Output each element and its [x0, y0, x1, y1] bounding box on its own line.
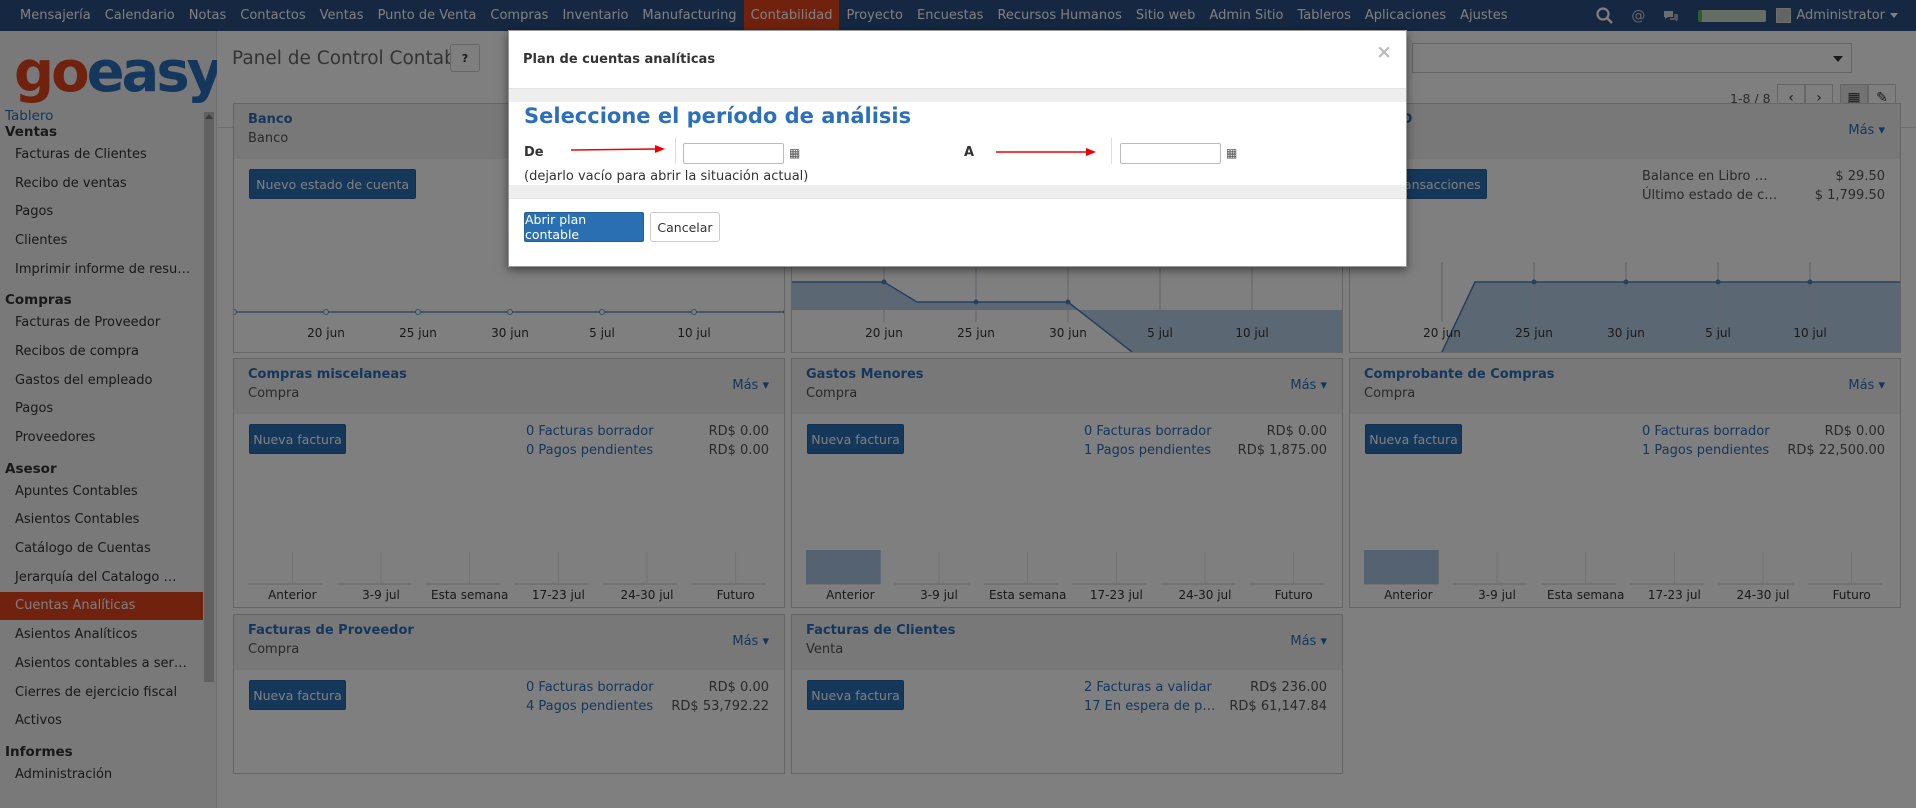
period-hint: (dejarlo vacío para abrir la situación a… — [524, 169, 809, 184]
from-date-input[interactable] — [683, 143, 784, 164]
to-label: A — [964, 145, 975, 160]
from-label: De — [524, 145, 544, 160]
open-plan-button[interactable]: Abrir plan contable — [524, 212, 644, 242]
calendar-icon[interactable]: ▦ — [1226, 146, 1237, 160]
calendar-icon[interactable]: ▦ — [789, 146, 800, 160]
dialog-header: Plan de cuentas analíticas × — [509, 31, 1406, 89]
dialog-body: Seleccione el período de análisis De ▦ A… — [509, 102, 1406, 185]
divider — [675, 138, 676, 164]
to-date-input[interactable] — [1120, 143, 1221, 164]
annotation-arrow-to — [996, 148, 1096, 156]
period-heading: Seleccione el período de análisis — [524, 104, 912, 128]
annotation-arrow-from — [571, 145, 665, 153]
cancel-button[interactable]: Cancelar — [650, 212, 720, 242]
dialog-separator — [509, 89, 1406, 102]
dialog-title: Plan de cuentas analíticas — [523, 52, 716, 67]
dialog-footer: Abrir plan contable Cancelar — [509, 198, 1406, 270]
close-icon[interactable]: × — [1376, 41, 1392, 63]
divider — [1111, 138, 1112, 164]
dialog-separator — [509, 185, 1406, 198]
analytic-plan-dialog: Plan de cuentas analíticas × Seleccione … — [508, 30, 1407, 267]
